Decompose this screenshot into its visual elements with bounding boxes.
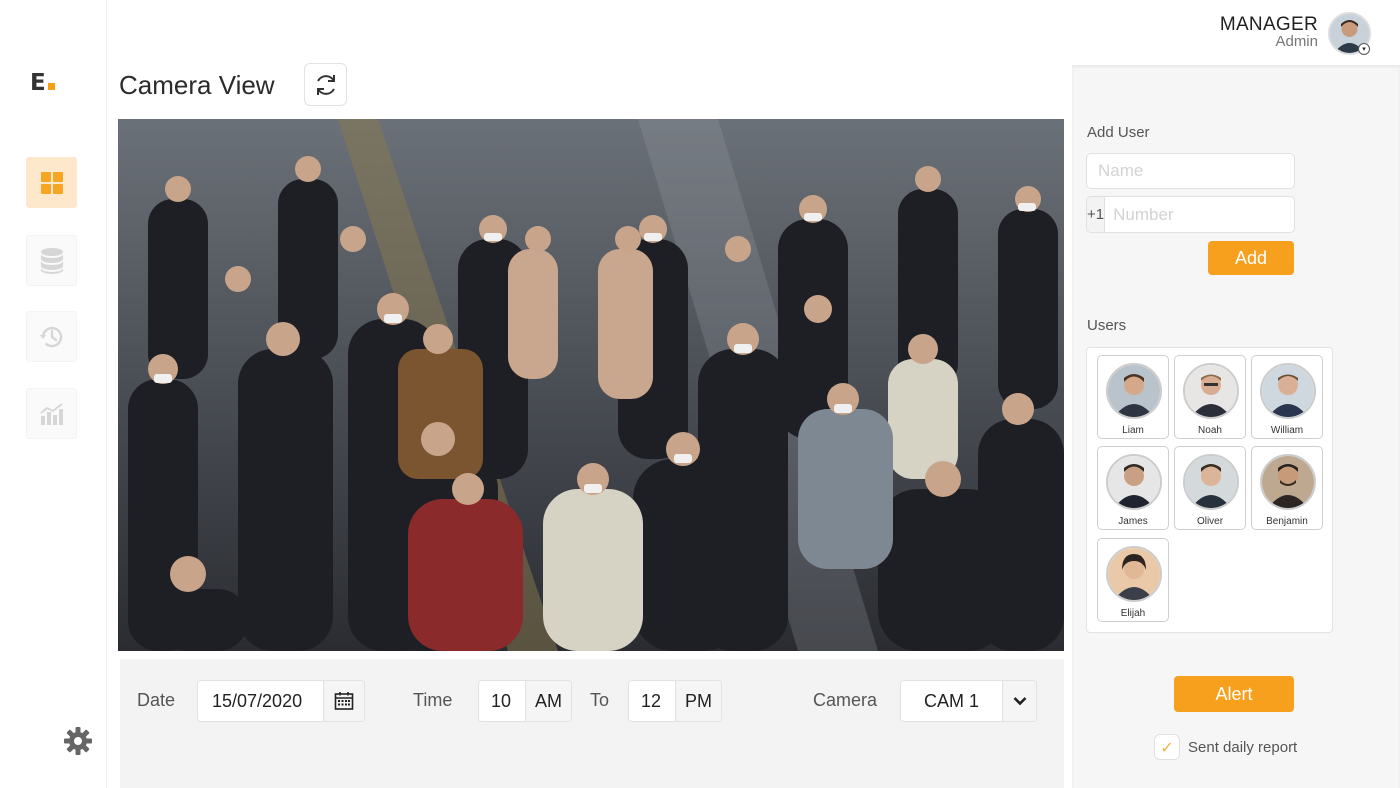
check-icon: ✓	[1160, 737, 1174, 757]
time-to-value: 12	[641, 690, 662, 711]
name-input[interactable]	[1086, 153, 1295, 189]
calendar-icon	[334, 692, 354, 710]
database-icon	[40, 247, 63, 274]
time-label: Time	[413, 690, 453, 710]
time-from-field[interactable]: 10 AM	[478, 680, 572, 722]
gear-icon	[64, 727, 92, 755]
refresh-icon	[316, 74, 335, 95]
add-user-button[interactable]: Add	[1208, 241, 1294, 275]
filter-bar	[120, 659, 1064, 788]
avatar-dropdown-icon[interactable]: ▾	[1358, 43, 1370, 55]
camera-feed[interactable]	[118, 119, 1064, 651]
date-label: Date	[137, 690, 176, 710]
user-photo	[1260, 363, 1316, 419]
to-label: To	[590, 690, 610, 710]
user-photo	[1106, 454, 1162, 510]
camera-feed-image	[118, 119, 1064, 651]
refresh-button[interactable]	[304, 63, 347, 106]
app-logo: E	[30, 70, 55, 96]
number-input[interactable]	[1105, 197, 1294, 232]
logo-letter: E	[30, 70, 46, 96]
user-card-james[interactable]: James	[1097, 446, 1169, 530]
user-name: Elijah	[1120, 608, 1146, 619]
user-photo	[1106, 546, 1162, 602]
user-card-noah[interactable]: Noah	[1174, 355, 1246, 439]
user-role-block: MANAGER Admin	[1219, 14, 1318, 50]
user-name: Oliver	[1196, 516, 1224, 527]
sidebar-item-analytics[interactable]	[26, 388, 77, 439]
settings-button[interactable]	[62, 725, 94, 757]
user-name: Admin	[1275, 33, 1318, 50]
daily-report-label: Sent daily report	[1188, 738, 1298, 756]
daily-report-checkbox[interactable]: ✓	[1154, 734, 1180, 760]
logo-dot	[47, 83, 55, 90]
user-name: James	[1118, 516, 1148, 527]
user-card-benjamin[interactable]: Benjamin	[1251, 446, 1323, 530]
app-root: E Camera View Date 15/07/2020 Time 10 AM…	[0, 0, 1400, 788]
page-title: Camera View	[119, 70, 275, 100]
users-title: Users	[1087, 317, 1127, 334]
calendar-button[interactable]	[323, 681, 364, 721]
phone-prefix: +1	[1087, 197, 1106, 232]
user-photo	[1106, 363, 1162, 419]
camera-label: Camera	[813, 690, 878, 710]
user-card-liam[interactable]: Liam	[1097, 355, 1169, 439]
time-from-value: 10	[491, 690, 512, 711]
history-icon	[39, 326, 62, 347]
user-name: Liam	[1122, 425, 1144, 436]
user-card-william[interactable]: William	[1251, 355, 1323, 439]
user-photo	[1183, 363, 1239, 419]
sidebar-item-dashboard[interactable]	[26, 157, 77, 208]
camera-select[interactable]: CAM 1	[900, 680, 1037, 722]
daily-report-option[interactable]: ✓ Sent daily report	[1154, 734, 1297, 760]
user-card-elijah[interactable]: Elijah	[1097, 538, 1169, 622]
time-from-period[interactable]: AM	[525, 681, 571, 721]
user-role: MANAGER	[1219, 14, 1318, 35]
date-value: 15/07/2020	[212, 690, 303, 711]
time-to-field[interactable]: 12 PM	[628, 680, 722, 722]
user-name: Noah	[1198, 425, 1222, 436]
time-to-period[interactable]: PM	[675, 681, 721, 721]
user-photo	[1260, 454, 1316, 510]
user-name: Benjamin	[1266, 516, 1308, 527]
user-card-oliver[interactable]: Oliver	[1174, 446, 1246, 530]
grid-icon	[40, 171, 63, 194]
bar-chart-icon	[39, 402, 63, 425]
camera-dropdown-button[interactable]	[1002, 681, 1036, 721]
sidebar-item-history[interactable]	[26, 311, 77, 362]
add-user-title: Add User	[1087, 124, 1150, 141]
user-name: William	[1270, 425, 1304, 436]
user-photo	[1183, 454, 1239, 510]
users-list: Liam Noah William James Oliver Benjamin …	[1086, 347, 1333, 633]
date-field[interactable]: 15/07/2020	[197, 680, 365, 722]
sidebar-item-database[interactable]	[26, 235, 77, 286]
camera-value: CAM 1	[923, 690, 979, 711]
alert-button[interactable]: Alert	[1174, 676, 1294, 712]
phone-field[interactable]: +1	[1086, 196, 1295, 233]
chevron-down-icon	[1013, 697, 1026, 706]
sidebar: E	[0, 0, 107, 788]
